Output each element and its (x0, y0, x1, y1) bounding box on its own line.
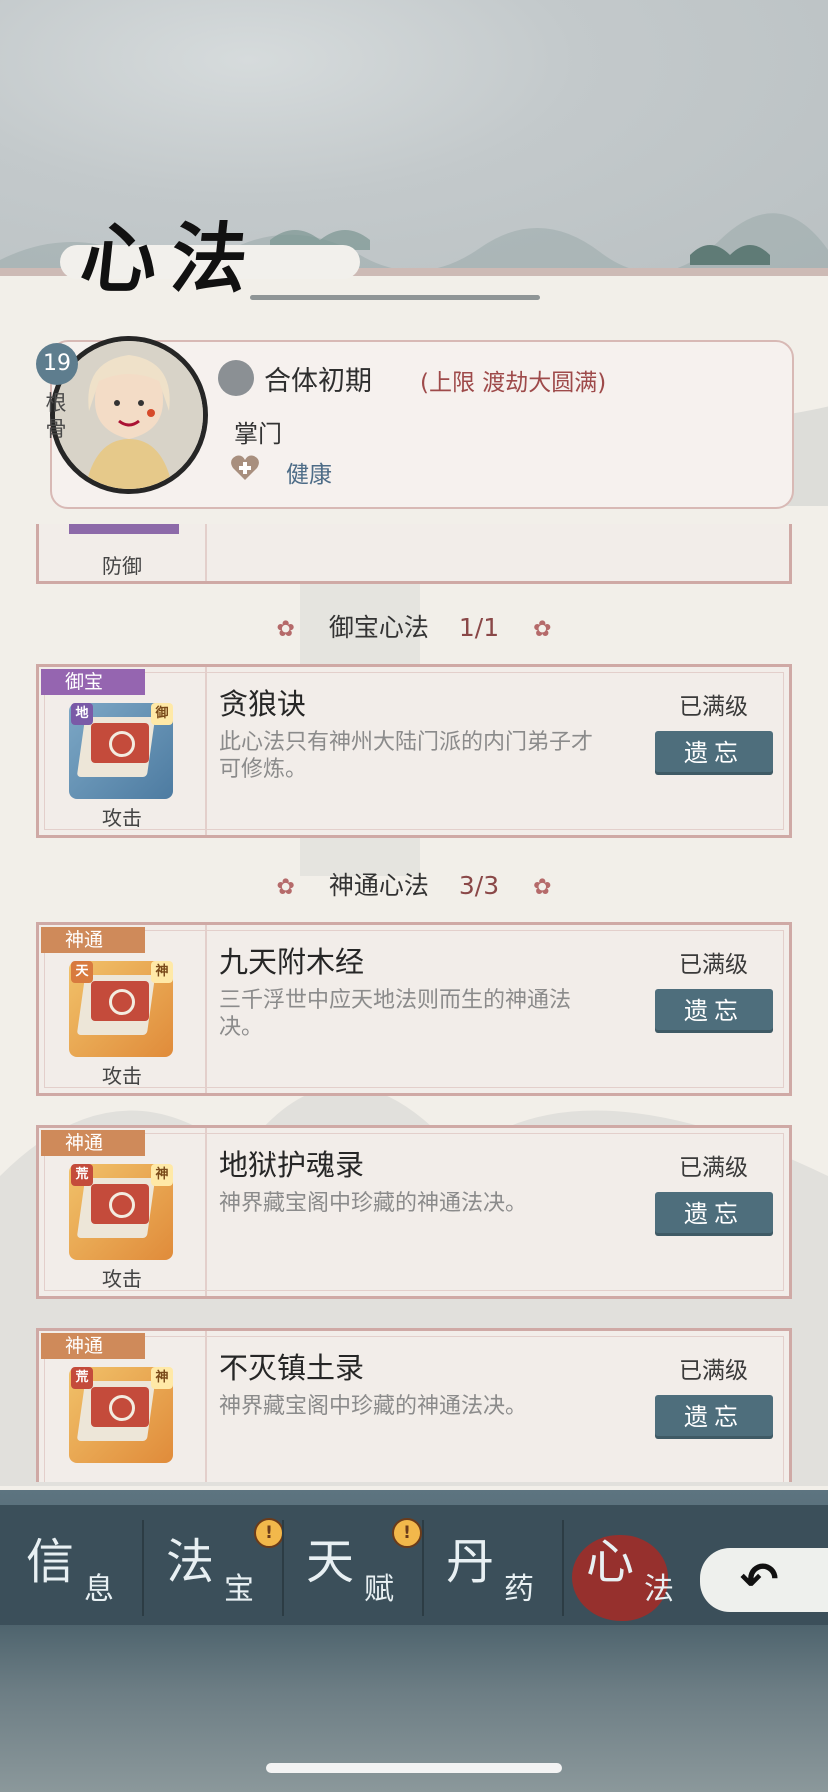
skill-status: 已满级 (679, 1155, 748, 1181)
nav-tab-glyph: 法 (166, 1534, 215, 1590)
nav-tab-glyph: 信 (26, 1534, 75, 1590)
forget-button[interactable]: 遗忘 (655, 1395, 773, 1439)
skill-status: 已满级 (679, 952, 748, 978)
grade-badge: 地 (71, 703, 93, 725)
grade-badge: 天 (71, 961, 93, 983)
grade-badge: 荒 (71, 1164, 93, 1186)
nav-tab-glyph-small: 赋 (364, 1572, 394, 1607)
nav-tab-mind-art[interactable]: 心 法 (564, 1512, 702, 1622)
skill-icon-column: 神通 荒 神 攻击 (39, 1128, 207, 1296)
alert-icon: ! (254, 1518, 284, 1548)
partial-skill-card[interactable]: 防御 (36, 524, 792, 584)
nav-tab-elixir[interactable]: 丹 药 (424, 1512, 562, 1622)
section-count: 1/1 (458, 613, 500, 642)
home-indicator[interactable] (266, 1763, 562, 1773)
back-arrow-icon[interactable]: ↶ (740, 1552, 779, 1606)
realm-limit-text: (上限 渡劫大圆满) (420, 370, 607, 396)
skill-status: 已满级 (679, 694, 748, 720)
section-title: 御宝心法 (328, 613, 429, 642)
skill-tag: 御宝 (41, 669, 145, 695)
skill-icon-column: 神通 荒 神 (39, 1331, 207, 1482)
nav-tab-glyph-small: 宝 (224, 1572, 254, 1607)
category-badge: 御 (151, 703, 173, 725)
grade-badge: 荒 (71, 1367, 93, 1389)
skill-name: 不灭镇土录 (219, 1351, 365, 1385)
flower-icon: ✿ (276, 617, 295, 642)
skill-tag: 神通 (41, 927, 145, 953)
skill-description: 此心法只有神州大陆门派的内门弟子才可修炼。 (219, 730, 594, 782)
nav-tab-glyph-small: 息 (84, 1572, 114, 1607)
nav-tab-glyph: 丹 (446, 1534, 495, 1590)
skill-type: 攻击 (102, 1064, 142, 1088)
alert-icon: ! (392, 1518, 422, 1548)
realm-cloud-icon (218, 360, 254, 396)
skill-status: 已满级 (679, 1358, 748, 1384)
skill-name: 九天附木经 (219, 945, 365, 979)
role-text: 掌门 (234, 420, 282, 448)
section-header-yubao: ✿ 御宝心法 1/1 ✿ (0, 608, 828, 644)
realm-text: 合体初期 (264, 366, 372, 397)
skill-type: 防御 (102, 554, 142, 578)
level-badge: 19 (36, 343, 78, 385)
nav-tab-glyph: 天 (306, 1534, 355, 1590)
skill-card[interactable]: 御宝 地 御 攻击 贪狼诀 此心法只有神州大陆门派的内门弟子才可修炼。 已满级 … (36, 664, 792, 838)
flower-icon: ✿ (533, 875, 552, 900)
health-status: 健康 (286, 462, 332, 488)
nav-tab-glyph: 心 (586, 1534, 635, 1590)
section-count: 3/3 (458, 871, 500, 900)
forget-button[interactable]: 遗忘 (655, 1192, 773, 1236)
section-header-shentong: ✿ 神通心法 3/3 ✿ (0, 866, 828, 902)
category-badge: 神 (151, 1367, 173, 1389)
title-underline (250, 295, 540, 300)
skill-icon-column: 神通 天 神 攻击 (39, 925, 207, 1093)
skill-description: 神界藏宝阁中珍藏的神通法决。 (219, 1394, 528, 1419)
skill-icon-column: 御宝 地 御 攻击 (39, 667, 207, 835)
category-badge: 神 (151, 961, 173, 983)
forget-button[interactable]: 遗忘 (655, 731, 773, 775)
skill-card[interactable]: 神通 荒 神 不灭镇土录 神界藏宝阁中珍藏的神通法决。 已满级 遗忘 (36, 1328, 792, 1482)
root-bone-label: 根骨 (45, 391, 67, 441)
flower-icon: ✿ (276, 875, 295, 900)
page-title: 心法 (76, 214, 266, 303)
skill-card[interactable]: 神通 荒 神 攻击 地狱护魂录 神界藏宝阁中珍藏的神通法决。 已满级 遗忘 (36, 1125, 792, 1299)
skill-description: 三千浮世中应天地法则而生的神通法决。 (219, 988, 572, 1040)
page-title-banner: 心法 (60, 195, 540, 305)
skill-description: 神界藏宝阁中珍藏的神通法决。 (219, 1191, 528, 1216)
skill-tag: 神通 (41, 1333, 145, 1359)
skill-type: 攻击 (102, 806, 142, 830)
nav-tab-info[interactable]: 信 息 (4, 1512, 142, 1622)
category-badge: 神 (151, 1164, 173, 1186)
section-title: 神通心法 (328, 871, 429, 900)
skill-name: 贪狼诀 (219, 687, 307, 721)
nav-tab-glyph-small: 法 (644, 1572, 674, 1607)
health-heart-icon (231, 455, 259, 480)
skill-tag: 神通 (41, 1130, 145, 1156)
skill-name: 地狱护魂录 (219, 1148, 365, 1182)
skill-icon-column: 防御 (39, 524, 207, 581)
skill-type: 攻击 (102, 1267, 142, 1291)
forget-button[interactable]: 遗忘 (655, 989, 773, 1033)
nav-tab-glyph-small: 药 (504, 1572, 534, 1607)
skill-card[interactable]: 神通 天 神 攻击 九天附木经 三千浮世中应天地法则而生的神通法决。 已满级 遗… (36, 922, 792, 1096)
flower-icon: ✿ (533, 617, 552, 642)
skill-book-edge (69, 524, 179, 534)
